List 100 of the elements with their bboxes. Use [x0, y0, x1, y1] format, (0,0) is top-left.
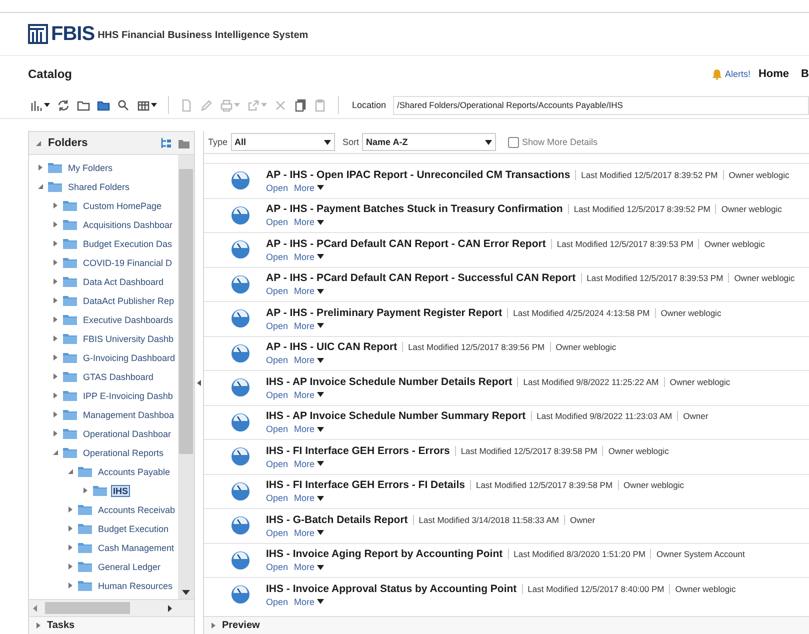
expand-icon[interactable] — [67, 582, 74, 589]
expand-icon[interactable] — [52, 278, 59, 285]
more-link[interactable]: More — [294, 320, 324, 331]
open-link[interactable]: Open — [266, 562, 288, 572]
search-icon[interactable] — [117, 98, 130, 112]
folder-item[interactable]: GTAS Dashboard — [81, 370, 156, 382]
expand-icon[interactable] — [52, 240, 59, 247]
expand-icon[interactable] — [52, 259, 59, 266]
open-link[interactable]: Open — [266, 528, 288, 538]
open-link[interactable]: Open — [266, 320, 288, 331]
more-link[interactable]: More — [294, 424, 324, 434]
expand-icon[interactable] — [67, 544, 74, 551]
refresh-icon[interactable] — [57, 98, 70, 112]
open-link[interactable]: Open — [266, 355, 288, 366]
folder-item[interactable]: Custom HomePage — [81, 200, 164, 212]
report-title[interactable]: IHS - G-Batch Details Report — [266, 514, 408, 526]
folder-item[interactable]: Cash Management — [96, 542, 176, 554]
open-link[interactable]: Open — [266, 252, 288, 262]
folder-item[interactable]: Accounts Payable — [96, 466, 172, 478]
report-title[interactable]: IHS - FI Interface GEH Errors - FI Details — [266, 479, 465, 492]
folder-item[interactable]: Acquisitions Dashboar — [81, 218, 175, 230]
tree-view-icon[interactable] — [160, 137, 172, 149]
more-link[interactable]: More — [294, 458, 324, 469]
folder-item[interactable]: Accounts Receivab — [96, 504, 178, 516]
expand-icon[interactable] — [52, 335, 59, 342]
scroll-down-icon[interactable] — [182, 590, 190, 595]
view-icon[interactable] — [137, 98, 157, 112]
report-title[interactable]: AP - IHS - PCard Default CAN Report - CAN Error Report — [266, 238, 546, 250]
expand-icon[interactable] — [52, 221, 59, 228]
more-link[interactable]: More — [294, 252, 324, 262]
vertical-scrollbar[interactable] — [178, 155, 194, 599]
expand-icon[interactable] — [67, 506, 74, 513]
folder-item[interactable]: Management Dashboa — [81, 408, 176, 420]
expand-icon[interactable] — [52, 411, 59, 418]
folder-icon[interactable] — [97, 98, 110, 112]
report-title[interactable]: IHS - Invoice Aging Report by Accounting Point — [266, 548, 503, 560]
more-link[interactable]: More — [294, 562, 324, 572]
expand-icon[interactable] — [82, 487, 89, 494]
folder-item[interactable]: IHS — [111, 484, 130, 496]
more-link[interactable]: More — [294, 528, 324, 538]
collapse-icon[interactable] — [52, 449, 59, 456]
panel-title[interactable]: Preview — [222, 620, 260, 631]
folder-item[interactable]: Data Act Dashboard — [81, 276, 166, 288]
folder-item[interactable]: Budget Execution — [96, 522, 171, 534]
expand-icon[interactable] — [52, 392, 59, 399]
sort-dropdown[interactable]: Name A-Z — [362, 133, 496, 151]
folder-item[interactable]: COVID-19 Financial D — [81, 256, 174, 268]
expand-icon[interactable] — [52, 430, 59, 437]
open-link[interactable]: Open — [266, 458, 288, 469]
folder-item[interactable]: My Folders — [66, 162, 115, 174]
folder-item[interactable]: Operational Dashboar — [81, 428, 174, 440]
folder-item[interactable]: IPP E-Invoicing Dashb — [81, 390, 175, 402]
collapse-icon[interactable] — [35, 140, 42, 146]
expand-icon[interactable] — [67, 525, 74, 532]
home-link[interactable]: Home — [758, 68, 790, 80]
more-link[interactable]: More — [294, 390, 324, 400]
open-link[interactable]: Open — [266, 596, 288, 607]
expand-icon[interactable] — [52, 354, 59, 361]
splitter-handle[interactable] — [197, 378, 201, 388]
folder-item[interactable]: General Ledger — [96, 560, 163, 572]
horizontal-scrollbar[interactable] — [29, 599, 194, 616]
alerts-link[interactable]: Alerts! — [724, 69, 750, 79]
checkbox[interactable] — [508, 136, 520, 148]
scroll-right-icon[interactable] — [168, 604, 172, 612]
open-link[interactable]: Open — [266, 217, 288, 228]
expand-icon[interactable] — [52, 202, 59, 209]
more-link[interactable]: More — [294, 596, 324, 607]
report-title[interactable]: IHS - AP Invoice Schedule Number Details Report — [266, 376, 512, 388]
copy-icon[interactable] — [294, 98, 307, 112]
report-title[interactable]: AP - IHS - Payment Batches Stuck in Treasury Confirmation — [266, 203, 563, 216]
open-link[interactable]: Open — [266, 390, 288, 400]
folder-item[interactable]: Executive Dashboards — [81, 314, 176, 326]
report-title[interactable]: IHS - FI Interface GEH Errors - Errors — [266, 444, 450, 457]
folder-item[interactable]: Shared Folders — [66, 180, 132, 192]
panel-title[interactable]: Tasks — [47, 620, 75, 631]
more-link[interactable]: More — [294, 286, 324, 296]
expand-icon[interactable] — [35, 622, 42, 629]
report-title[interactable]: IHS - Invoice Approval Status by Accounting Point — [266, 582, 517, 595]
report-title[interactable]: IHS - AP Invoice Schedule Number Summary Report — [266, 410, 526, 422]
more-link[interactable]: More — [294, 182, 324, 193]
expand-icon[interactable] — [37, 164, 44, 171]
more-link[interactable]: More — [294, 217, 324, 228]
nav-link[interactable]: B — [801, 68, 809, 80]
expand-icon[interactable] — [52, 297, 59, 304]
collapse-icon[interactable] — [37, 183, 44, 190]
report-title[interactable]: AP - IHS - PCard Default CAN Report - Successful CAN Report — [266, 272, 576, 284]
location-field[interactable]: /Shared Folders/Operational Reports/Accounts Payable/IHS — [393, 96, 809, 114]
open-link[interactable]: Open — [266, 493, 288, 504]
folder-item[interactable]: Human Resources — [96, 580, 175, 592]
folder-item[interactable]: DataAct Publisher Rep — [81, 294, 176, 306]
folder-item[interactable]: FBIS University Dashb — [81, 332, 176, 344]
scroll-left-icon[interactable] — [33, 604, 37, 612]
type-dropdown[interactable]: All — [230, 133, 335, 151]
expand-icon[interactable] — [210, 622, 217, 629]
open-link[interactable]: Open — [266, 424, 288, 434]
report-title[interactable]: AP - IHS - Open IPAC Report - Unreconciled CM Transactions — [266, 168, 570, 181]
folder-icon[interactable] — [178, 138, 190, 148]
collapse-icon[interactable] — [67, 468, 74, 475]
folder-item[interactable]: Budget Execution Das — [81, 238, 174, 250]
chart-icon[interactable] — [30, 98, 50, 112]
